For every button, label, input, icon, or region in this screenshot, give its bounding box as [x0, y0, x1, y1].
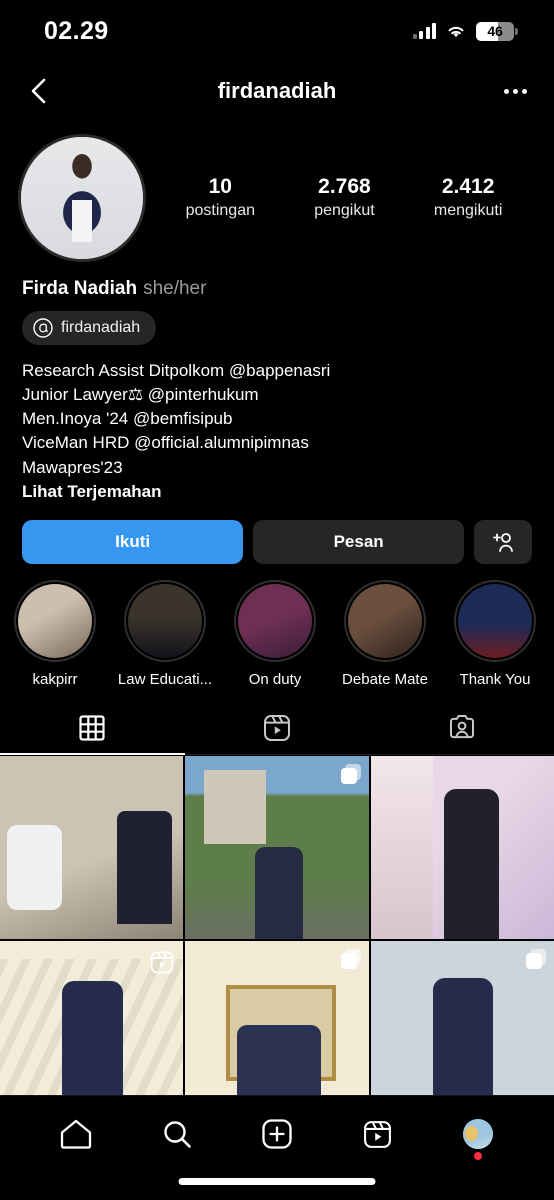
story-highlights: kakpirr Law Educati... On duty Debate Ma…	[0, 564, 554, 688]
post-grid	[0, 755, 554, 1125]
follow-button[interactable]: Ikuti	[22, 519, 244, 564]
carousel-icon	[524, 948, 546, 971]
highlight-item[interactable]: Law Educati...	[110, 579, 220, 688]
grid-post[interactable]	[0, 755, 184, 939]
highlight-item[interactable]: kakpirr	[0, 579, 110, 688]
stat-followers[interactable]: 2.768 pengikut	[314, 174, 375, 222]
highlight-item[interactable]: Thank You	[440, 579, 550, 688]
notification-dot	[473, 1152, 482, 1160]
message-button[interactable]: Pesan	[253, 519, 464, 564]
bio-line: Mawapres'23	[22, 457, 123, 477]
nav-header: firdanadiah	[0, 62, 554, 120]
add-person-button[interactable]	[474, 519, 532, 564]
back-icon[interactable]	[22, 74, 56, 108]
grid-tab[interactable]	[0, 702, 185, 755]
wifi-icon	[448, 26, 464, 38]
threads-handle: firdanadiah	[61, 319, 141, 336]
stat-value: 2.768	[318, 175, 371, 199]
highlight-label: Thank You	[459, 670, 531, 688]
threads-icon	[33, 318, 53, 338]
carousel-icon	[339, 948, 361, 971]
home-indicator	[178, 1178, 376, 1185]
instagram-profile-screen: 02.29 46 firdanadiah 10 postingan 2.768 …	[0, 0, 554, 1200]
avatar[interactable]	[18, 134, 146, 262]
stat-label: mengikuti	[433, 202, 503, 220]
profile-tabs	[0, 702, 554, 755]
bio-text: Research Assist Ditpolkom @bappenasri Ju…	[22, 359, 532, 502]
stat-posts[interactable]: 10 postingan	[186, 174, 255, 222]
display-name-row: Firda Nadiah she/her	[22, 278, 532, 300]
carousel-icon	[339, 763, 361, 786]
status-bar: 02.29 46	[0, 0, 554, 62]
reels-icon	[151, 951, 174, 974]
stat-value: 2.412	[441, 175, 495, 199]
add-person-icon	[493, 532, 513, 552]
cellular-signal-icon	[412, 23, 436, 39]
nav-search[interactable]	[126, 1118, 226, 1150]
battery-icon: 46	[476, 21, 518, 41]
grid-icon	[79, 715, 105, 741]
see-translation-link[interactable]: Lihat Terjemahan	[22, 482, 532, 502]
bio-line: Junior Lawyer⚖ @pinterhukum	[22, 385, 259, 405]
display-name: Firda Nadiah	[22, 278, 138, 299]
nav-reels[interactable]	[327, 1119, 427, 1150]
nav-create[interactable]	[227, 1118, 327, 1150]
stat-value: 10	[208, 175, 232, 199]
home-icon	[61, 1119, 92, 1149]
highlight-label: Law Educati...	[117, 670, 213, 688]
profile-header: 10 postingan 2.768 pengikut 2.412 mengik…	[0, 120, 554, 262]
status-bar-indicators: 46	[412, 21, 518, 41]
bio-line: ViceMan HRD @official.alumnipimnas	[22, 433, 309, 453]
action-buttons: Ikuti Pesan	[0, 502, 554, 564]
stat-label: postingan	[185, 202, 255, 220]
page-title: firdanadiah	[217, 78, 337, 103]
plus-square-icon	[262, 1119, 292, 1149]
tagged-icon	[449, 714, 474, 738]
battery-percent: 46	[487, 23, 503, 39]
highlight-item[interactable]: Debate Mate	[330, 579, 440, 688]
profile-avatar-icon	[462, 1119, 493, 1149]
stat-following[interactable]: 2.412 mengikuti	[434, 174, 502, 222]
status-bar-time: 02.29	[44, 16, 109, 45]
bio-line: Research Assist Ditpolkom @bappenasri	[22, 361, 331, 380]
grid-post[interactable]	[185, 755, 369, 939]
pronouns: she/her	[143, 278, 207, 299]
highlight-label: kakpirr	[32, 670, 78, 688]
nav-home[interactable]	[26, 1118, 126, 1150]
threads-badge[interactable]: firdanadiah	[22, 311, 157, 345]
bottom-navigation	[0, 1095, 554, 1200]
highlight-label: On duty	[248, 670, 302, 688]
grid-post[interactable]	[370, 755, 554, 939]
stat-label: pengikut	[314, 202, 375, 220]
reels-icon	[363, 1120, 391, 1148]
highlight-label: Debate Mate	[342, 670, 428, 688]
tagged-tab[interactable]	[369, 702, 554, 754]
bio-section: Firda Nadiah she/her firdanadiah Research…	[0, 262, 554, 502]
reels-tab[interactable]	[185, 702, 370, 754]
nav-profile[interactable]	[428, 1119, 528, 1160]
reels-icon	[264, 714, 290, 741]
profile-stats: 10 postingan 2.768 pengikut 2.412 mengik…	[146, 174, 532, 222]
bio-line: Men.Inoya '24 @bemfisipub	[22, 409, 233, 429]
more-options-icon[interactable]	[498, 74, 532, 108]
search-icon	[163, 1121, 191, 1148]
highlight-item[interactable]: On duty	[220, 579, 330, 688]
